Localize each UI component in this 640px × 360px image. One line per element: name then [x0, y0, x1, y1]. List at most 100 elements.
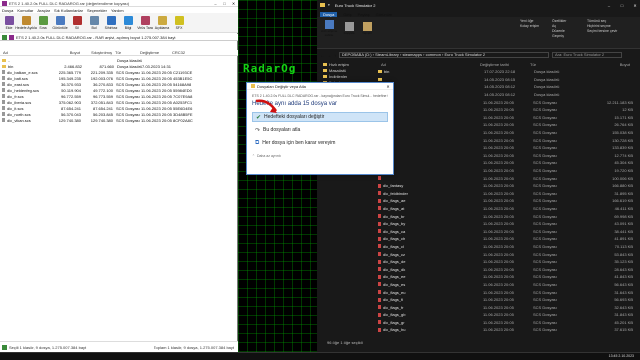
decide-each-option[interactable]: ⧉ Her dosya için ben karar vereyim [252, 138, 388, 148]
archive-icon [9, 34, 14, 40]
ex-cell-name: dlc_flags_hu [383, 327, 406, 333]
cell-date: 11.06.2023 20:05 [141, 75, 172, 81]
red-arrow-annotation [255, 99, 278, 113]
view-button[interactable]: Görüntüle [52, 13, 68, 33]
maximize-icon[interactable]: □ [220, 1, 229, 6]
up-folder-icon[interactable] [2, 34, 7, 40]
cell-crc: 55984ED0 [173, 87, 192, 93]
minimize-icon[interactable]: – [211, 1, 220, 6]
explorer-close-icon[interactable]: ✕ [630, 3, 640, 8]
forward-icon[interactable]: → [327, 53, 331, 58]
info-button[interactable]: Bilgi [121, 13, 135, 33]
list-item[interactable]: dlc_flags_gr 11.06.2023 20:05 SCS Dosyası 4… [375, 319, 640, 327]
table-row[interactable]: dlc_vlkan.scs 129.740.380 129.740.380 SCS D… [0, 117, 238, 123]
virus-scan-button[interactable]: Virüs Tara [137, 13, 153, 33]
col-crc[interactable]: CRC32 [172, 50, 197, 55]
test-button[interactable]: Sına [36, 13, 50, 33]
taskbar-clock[interactable]: 13:45 2.10.2023 [609, 354, 634, 359]
find-button[interactable]: Bul [87, 13, 101, 33]
extract-to-button[interactable]: Hedefe Ayıkla [15, 13, 37, 33]
list-item[interactable]: dlc_flags_cl 11.06.2023 20:05 SCS Dosyası 7… [375, 243, 640, 251]
dropdown-icon[interactable]: ▾ [328, 3, 330, 7]
explorer-maximize-icon[interactable]: □ [617, 3, 627, 8]
tab-giris[interactable]: Giriş [343, 12, 351, 17]
up-icon[interactable]: ↑ [334, 53, 336, 58]
delete-button[interactable]: Sil [70, 13, 84, 33]
list-item[interactable]: dlc_flags_hu 11.06.2023 20:05 SCS Dosyası 3… [375, 326, 640, 334]
wizard-button[interactable]: Sihirbaz [104, 13, 118, 33]
col-type[interactable]: Tür [112, 50, 140, 55]
col-modified[interactable]: Değiştirme [140, 50, 172, 55]
list-item[interactable]: 14.05.2023 08:15 Dosya klasörü [375, 76, 640, 84]
list-item[interactable]: 11.06.2023 20:05 SCS Dosyası 12.774 KB [375, 152, 640, 160]
list-item[interactable]: dlc_flags_br 11.06.2023 20:05 SCS Dosyası 6… [375, 212, 640, 220]
copy-button[interactable]: Kopyala [342, 22, 356, 35]
explorer-minimize-icon[interactable]: – [604, 3, 614, 8]
list-item[interactable]: dlc_flags_dk 11.06.2023 20:05 SCS Dosyası 2… [375, 265, 640, 273]
list-item[interactable]: 11.06.2023 20:05 SCS Dosyası 12.211.183 KB [375, 98, 640, 106]
list-item[interactable]: 11.06.2023 20:05 SCS Dosyası 15.171 KB [375, 114, 640, 122]
list-item[interactable]: dlc_flags_ae 11.06.2023 20:05 SCS Dosyası 1… [375, 197, 640, 205]
back-icon[interactable]: ← [320, 53, 324, 58]
ex-col-name[interactable]: Ad [375, 62, 480, 67]
list-item[interactable]: 11.06.2023 20:05 SCS Dosyası 133.839 KB [375, 144, 640, 152]
close-icon[interactable]: ✕ [229, 1, 238, 6]
list-item[interactable]: 11.06.2023 20:05 SCS Dosyası 100.006 KB [375, 174, 640, 182]
sfx-icon [174, 15, 184, 25]
history-button[interactable]: Geçmiş [552, 34, 582, 39]
col-name[interactable]: Ad [0, 50, 52, 55]
tab-paylas[interactable]: Paylaş [358, 12, 370, 17]
sfx-button[interactable]: SFX [172, 13, 186, 33]
list-item[interactable]: dlc_flags_ch 11.06.2023 20:05 SCS Dosyası 4… [375, 235, 640, 243]
list-item[interactable]: 11.06.2023 20:05 SCS Dosyası 155.038 KB [375, 129, 640, 137]
col-packed[interactable]: Sıkıştırılmış [80, 50, 112, 55]
fewer-details-toggle[interactable]: ⌃ Daha az ayrıntı [252, 154, 388, 158]
list-item[interactable]: 11.06.2023 20:05 SCS Dosyası 130.728 KB [375, 136, 640, 144]
list-item[interactable]: 11.06.2023 20:05 SCS Dosyası 45.304 KB [375, 159, 640, 167]
list-item[interactable]: 11.06.2023 20:05 SCS Dosyası 19.720 KB [375, 167, 640, 175]
ex-cell-type: SCS Dosyası [533, 259, 557, 265]
explorer-file-list: bin 17.07.2023 22:18 Dosya klasörü 14.05.20… [375, 68, 640, 338]
search-input[interactable]: Ara: Euro Truck Simulator 2 [552, 52, 622, 58]
list-item[interactable]: dlc_flags_by 11.06.2023 20:05 SCS Dosyası 4… [375, 220, 640, 228]
ex-col-size[interactable]: Boyut [585, 62, 630, 67]
ex-cell-size: 155.038 KB [612, 130, 633, 136]
list-item[interactable]: dlc_flags_ee 11.06.2023 20:05 SCS Dosyası 4… [375, 273, 640, 281]
list-item[interactable]: dlc_flags_ca 11.06.2023 20:05 SCS Dosyası 3… [375, 227, 640, 235]
pin-button[interactable]: Hızlı erişime sabitle [320, 20, 338, 37]
list-item[interactable]: dlc_flags_at 11.06.2023 20:05 SCS Dosyası 4… [375, 205, 640, 213]
list-item[interactable]: dlc_feldbinder 11.06.2023 20:05 SCS Dosyas… [375, 190, 640, 198]
add-button[interactable]: Ekle [2, 13, 16, 33]
paste-button[interactable]: Yapıştır [360, 22, 374, 35]
list-item[interactable]: dlc_flags_fi 11.06.2023 20:05 SCS Dosyası 5… [375, 296, 640, 304]
skip-option[interactable]: ↷ Bu dosyaları atla [252, 125, 388, 135]
invert-selection-button[interactable]: Seçimi tersine çevir [587, 29, 637, 34]
ex-cell-size: 12 KB [622, 107, 633, 113]
list-item[interactable]: dlc_flags_fr 11.06.2023 20:05 SCS Dosyası 3… [375, 303, 640, 311]
tab-dosya[interactable]: Dosya [320, 11, 338, 17]
list-item[interactable]: bin 17.07.2023 22:18 Dosya klasörü [375, 68, 640, 76]
ex-col-date[interactable]: Değiştirme tarihi [480, 62, 530, 67]
list-item[interactable]: 14.05.2023 08:12 Dosya klasörü [375, 91, 640, 99]
list-item[interactable]: dlc_flags_gb 11.06.2023 20:05 SCS Dosyası 3… [375, 311, 640, 319]
cell-crc: 54168A98 [173, 81, 192, 87]
paste-icon [362, 22, 372, 31]
address-bar[interactable]: DEPOBABA (D:) › SteamLibrary › steamapps… [339, 52, 549, 58]
dialog-close-icon[interactable]: ✕ [383, 84, 393, 89]
list-item[interactable]: dlc_flags_cz 11.06.2023 20:05 SCS Dosyası 5… [375, 250, 640, 258]
cell-type: SCS Dosyası [116, 111, 140, 117]
archive-path[interactable]: ETS 2 1.40.2.0s FULL DLC RADAROG.rar - R… [16, 35, 236, 40]
list-item[interactable]: 11.06.2023 20:05 SCS Dosyası 12 KB [375, 106, 640, 114]
col-size[interactable]: Boyut [52, 50, 80, 55]
tab-gorunum[interactable]: Görünüm [376, 12, 393, 17]
list-item[interactable]: dlc_flags_es 11.06.2023 20:05 SCS Dosyası 5… [375, 281, 640, 289]
list-item[interactable]: dlc_flags_eu 11.06.2023 20:05 SCS Dosyası 3… [375, 288, 640, 296]
folder-icon [320, 3, 325, 7]
ex-col-type[interactable]: Tür [530, 62, 585, 67]
list-item[interactable]: dlc_flags_de 11.06.2023 20:05 SCS Dosyası 3… [375, 258, 640, 266]
comment-button[interactable]: Açıklama [155, 13, 169, 33]
list-item[interactable]: 11.06.2023 20:05 SCS Dosyası 26.764 KB [375, 121, 640, 129]
list-item[interactable]: dlc_fantasy 11.06.2023 20:05 SCS Dosyası 16… [375, 182, 640, 190]
list-item[interactable]: 14.05.2023 08:12 Dosya klasörü [375, 83, 640, 91]
ex-cell-date: 11.06.2023 20:05 [483, 251, 514, 257]
